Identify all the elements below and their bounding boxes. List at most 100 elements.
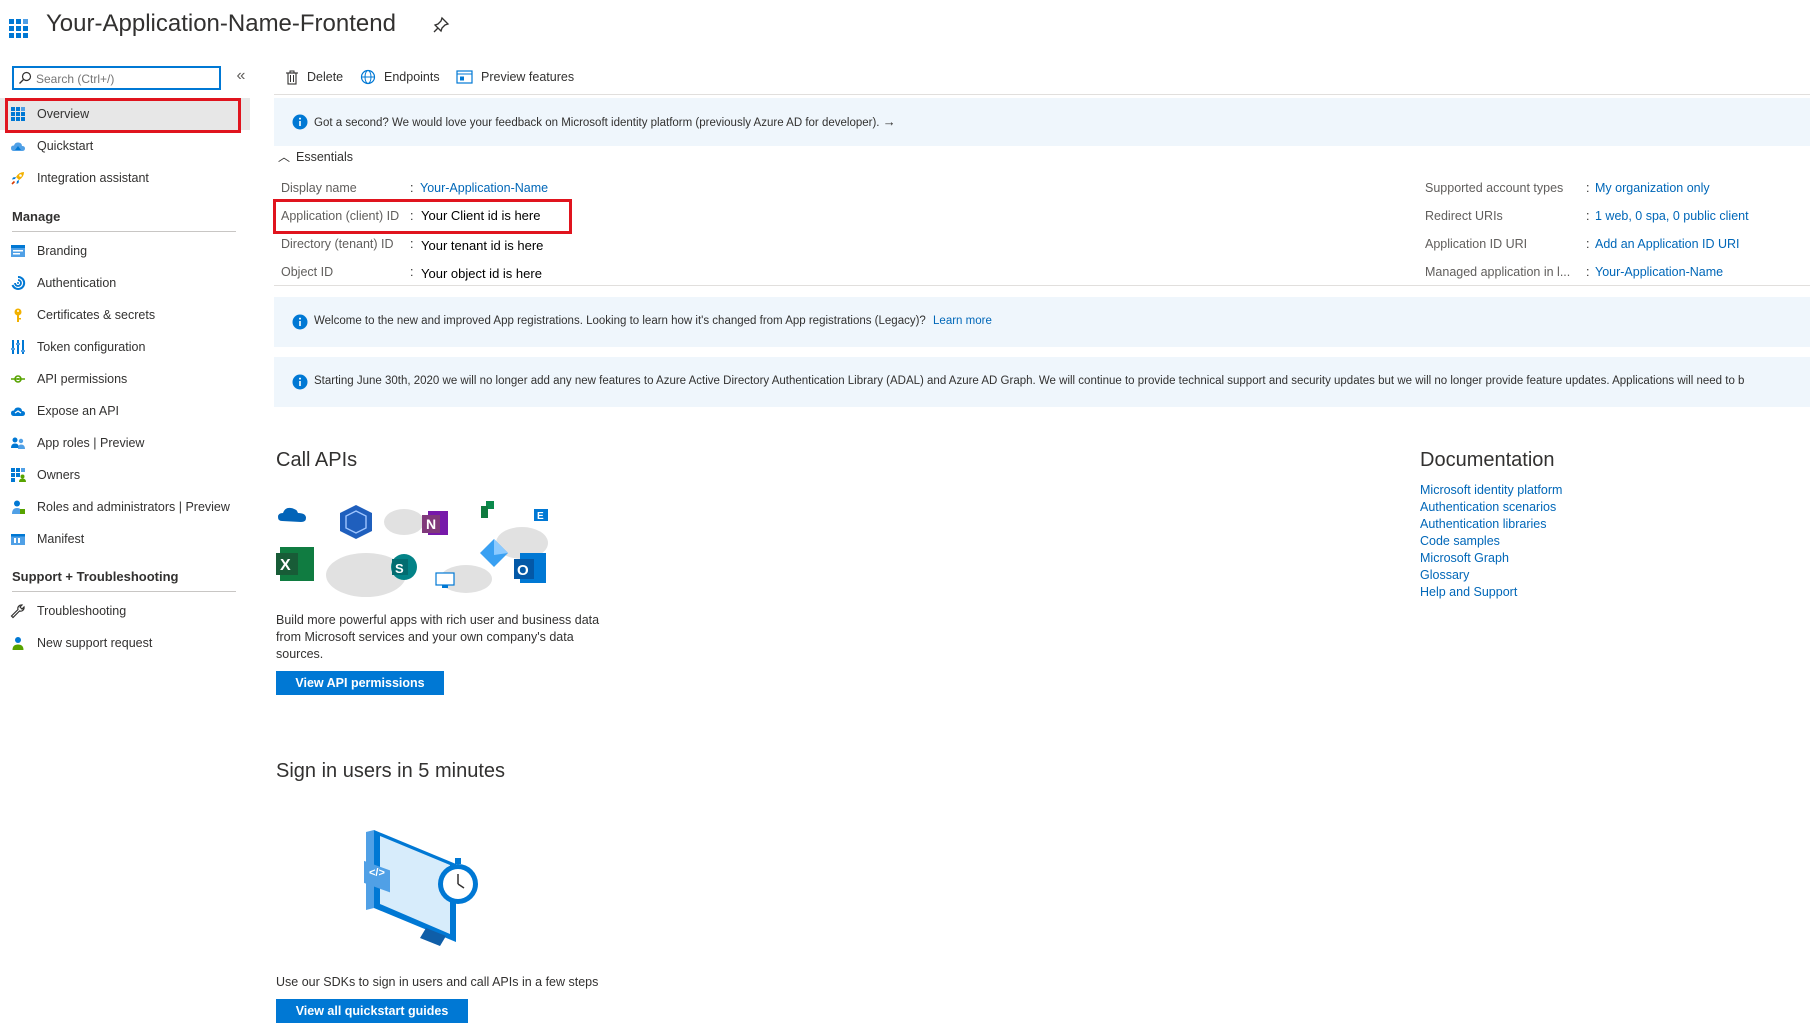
- rocket-icon: [11, 172, 24, 185]
- sidebar-item-quickstart[interactable]: Quickstart: [0, 130, 250, 162]
- collapse-sidebar-button[interactable]: «: [232, 66, 250, 86]
- documentation-heading: Documentation: [1420, 449, 1555, 471]
- monitor-stopwatch-illustration: </>: [364, 830, 478, 946]
- search-box[interactable]: [12, 66, 221, 90]
- display-name-label: Display name: [281, 181, 357, 195]
- expose-cloud-icon: [11, 407, 25, 416]
- sidebar-item-label: Authentication: [37, 276, 117, 290]
- separator-colon: :: [410, 237, 414, 251]
- page-title: Your-Application-Name-Frontend: [46, 10, 396, 37]
- tenant-id-value[interactable]: Your tenant id is here: [421, 238, 543, 253]
- divider: [12, 591, 236, 592]
- object-id-value[interactable]: Your object id is here: [421, 266, 542, 281]
- client-id-label: Application (client) ID: [281, 209, 400, 223]
- manifest-icon: [11, 534, 25, 545]
- supported-account-types-link[interactable]: My organization only: [1595, 181, 1710, 195]
- divider: [12, 231, 236, 232]
- separator-colon: :: [1586, 265, 1590, 279]
- doc-link-auth-libraries[interactable]: Authentication libraries: [1420, 517, 1546, 531]
- display-name-link[interactable]: Your-Application-Name: [420, 181, 548, 195]
- chevron-up-icon: ︿: [278, 150, 291, 164]
- sidebar-item-label: Manifest: [37, 532, 85, 546]
- preview-features-button[interactable]: Preview features: [456, 67, 574, 87]
- preview-features-label: Preview features: [481, 70, 575, 84]
- sidebar-item-branding[interactable]: Branding: [0, 235, 250, 267]
- sidebar: « Overview Quickstart Integration assist…: [0, 58, 250, 1035]
- info-icon: [292, 374, 308, 390]
- microsoft-services-illustration: N E X S O: [276, 501, 548, 597]
- adal-text: Starting June 30th, 2020 we will no long…: [314, 375, 1745, 387]
- sidebar-item-label: App roles | Preview: [37, 436, 145, 450]
- sidebar-item-owners[interactable]: Owners: [0, 459, 250, 491]
- sidebar-item-app-roles[interactable]: App roles | Preview: [0, 427, 250, 459]
- application-id-uri-link[interactable]: Add an Application ID URI: [1595, 237, 1740, 251]
- wrench-icon: [10, 604, 25, 619]
- arrow-right-icon: →: [882, 114, 896, 129]
- sidebar-item-label: Owners: [37, 468, 81, 482]
- feedback-banner[interactable]: Got a second? We would love your feedbac…: [274, 98, 1810, 146]
- support-heading: Support + Troubleshooting: [12, 569, 179, 584]
- sidebar-item-authentication[interactable]: Authentication: [0, 267, 250, 299]
- client-id-value[interactable]: Your Client id is here: [421, 208, 540, 223]
- managed-application-label: Managed application in l...: [1425, 265, 1571, 279]
- quickstart-cloud-icon: [11, 142, 25, 151]
- doc-link-help-support[interactable]: Help and Support: [1420, 585, 1517, 599]
- sidebar-item-token-configuration[interactable]: Token configuration: [0, 331, 250, 363]
- command-bar: Delete Endpoints Preview features: [276, 64, 1810, 90]
- sidebar-item-label: Certificates & secrets: [37, 308, 156, 322]
- call-apis-heading: Call APIs: [276, 449, 358, 471]
- separator-colon: :: [410, 209, 414, 223]
- search-input[interactable]: [36, 70, 216, 87]
- sidebar-item-new-support-request[interactable]: New support request: [0, 627, 250, 659]
- globe-icon: [360, 69, 376, 85]
- doc-link-auth-scenarios[interactable]: Authentication scenarios: [1420, 500, 1556, 514]
- view-quickstart-guides-button[interactable]: View all quickstart guides: [276, 999, 468, 1023]
- sidebar-item-label: Quickstart: [37, 139, 94, 153]
- endpoints-button[interactable]: Endpoints: [360, 67, 440, 87]
- highlight-box-overview: [5, 98, 241, 133]
- view-api-permissions-button[interactable]: View API permissions: [276, 671, 444, 695]
- sidebar-item-certificates-secrets[interactable]: Certificates & secrets: [0, 299, 250, 331]
- svg-text:X: X: [280, 557, 291, 574]
- sidebar-item-label: Expose an API: [37, 404, 120, 418]
- adal-deprecation-banner: Starting June 30th, 2020 we will no long…: [274, 357, 1810, 407]
- owners-grid-icon: [11, 468, 26, 482]
- monitor-small-icon: [435, 572, 455, 586]
- svg-text:S: S: [395, 561, 404, 576]
- doc-link-code-samples[interactable]: Code samples: [1420, 534, 1500, 548]
- sidebar-item-api-permissions[interactable]: API permissions: [0, 363, 250, 395]
- endpoints-label: Endpoints: [384, 70, 440, 84]
- sidebar-item-label: New support request: [37, 636, 153, 650]
- pin-icon[interactable]: [432, 16, 450, 34]
- doc-link-microsoft-graph[interactable]: Microsoft Graph: [1420, 551, 1509, 565]
- divider: [274, 94, 1810, 95]
- sidebar-item-manifest[interactable]: Manifest: [0, 523, 250, 555]
- call-apis-description: Build more powerful apps with rich user …: [276, 613, 600, 661]
- onedrive-icon: [278, 507, 306, 522]
- delete-label: Delete: [307, 70, 344, 84]
- separator-colon: :: [1586, 209, 1590, 223]
- sign-in-description: Use our SDKs to sign in users and call A…: [276, 975, 599, 989]
- sidebar-item-troubleshooting[interactable]: Troubleshooting: [0, 595, 250, 627]
- separator-colon: :: [1586, 237, 1590, 251]
- redirect-uris-link[interactable]: 1 web, 0 spa, 0 public client: [1595, 209, 1749, 223]
- sidebar-item-label: API permissions: [37, 372, 128, 386]
- managed-application-link[interactable]: Your-Application-Name: [1595, 265, 1723, 279]
- sidebar-item-integration-assistant[interactable]: Integration assistant: [0, 162, 250, 194]
- sidebar-item-expose-an-api[interactable]: Expose an API: [0, 395, 250, 427]
- app-roles-icon: [11, 437, 25, 449]
- sidebar-item-roles-and-administrators[interactable]: Roles and administrators | Preview: [0, 491, 250, 523]
- svg-text:O: O: [517, 562, 529, 579]
- sign-in-heading: Sign in users in 5 minutes: [276, 760, 506, 782]
- preview-features-icon: [456, 70, 473, 84]
- divider: [274, 285, 1810, 286]
- essentials-toggle[interactable]: ︿ Essentials: [278, 148, 353, 165]
- authentication-icon: [11, 275, 26, 290]
- search-icon: [19, 71, 32, 84]
- learn-more-link[interactable]: Learn more: [933, 315, 992, 327]
- sidebar-item-label: Roles and administrators | Preview: [37, 500, 230, 514]
- sidebar-item-label: Troubleshooting: [37, 604, 127, 618]
- doc-link-glossary[interactable]: Glossary: [1420, 568, 1469, 582]
- delete-button[interactable]: Delete: [285, 67, 343, 87]
- doc-link-identity-platform[interactable]: Microsoft identity platform: [1420, 483, 1562, 497]
